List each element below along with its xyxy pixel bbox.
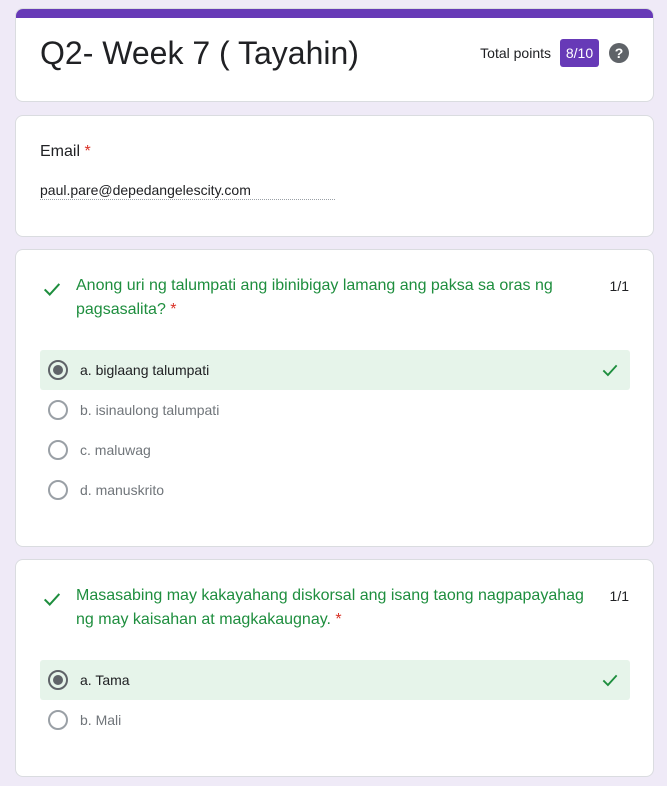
question-card-2: Masasabing may kakayahang diskorsal ang … (15, 559, 654, 777)
option-label: c. maluwag (80, 442, 151, 458)
check-icon (602, 674, 618, 687)
email-label: Email * (40, 143, 91, 161)
radio-button[interactable] (48, 710, 68, 730)
required-asterisk: * (335, 611, 342, 628)
option-label: b. isinaulong talumpati (80, 402, 220, 418)
form-header-card: Q2- Week 7 ( Tayahin) Total points 8/10 … (15, 8, 654, 102)
total-points-badge: 8/10 (560, 39, 599, 67)
option-b[interactable]: b. Mali (40, 700, 630, 740)
options-list: a. Tama b. Mali (40, 660, 630, 740)
radio-selected-dot (53, 365, 63, 375)
question-score: 1/1 (609, 588, 629, 604)
check-icon (43, 593, 61, 606)
option-a[interactable]: a. biglaang talumpati (40, 350, 630, 390)
radio-button[interactable] (48, 480, 68, 500)
required-asterisk: * (170, 301, 177, 318)
option-label: a. Tama (80, 672, 130, 688)
option-label: d. manuskrito (80, 482, 165, 498)
question-title-text: Anong uri ng talumpati ang ibinibigay la… (76, 277, 553, 318)
question-title: Masasabing may kakayahang diskorsal ang … (76, 584, 596, 632)
question-score: 1/1 (609, 278, 629, 294)
total-points-label: Total points (480, 45, 551, 61)
radio-button[interactable] (48, 400, 68, 420)
radio-selected-dot (53, 675, 63, 685)
check-icon (43, 283, 61, 296)
option-d[interactable]: d. manuskrito (40, 470, 630, 510)
option-label: a. biglaang talumpati (80, 362, 210, 378)
option-c[interactable]: c. maluwag (40, 430, 630, 470)
email-label-text: Email (40, 143, 81, 160)
radio-button[interactable] (48, 670, 68, 690)
header-accent-bar (16, 9, 653, 18)
radio-button[interactable] (48, 440, 68, 460)
email-value: paul.pare@depedangelescity.com (40, 182, 335, 200)
radio-button[interactable] (48, 360, 68, 380)
question-title-text: Masasabing may kakayahang diskorsal ang … (76, 587, 584, 628)
question-title: Anong uri ng talumpati ang ibinibigay la… (76, 274, 596, 322)
required-asterisk: * (84, 143, 91, 160)
option-a[interactable]: a. Tama (40, 660, 630, 700)
check-icon (602, 364, 618, 377)
options-list: a. biglaang talumpati b. isinaulong talu… (40, 350, 630, 510)
email-card: Email * paul.pare@depedangelescity.com (15, 115, 654, 237)
option-label: b. Mali (80, 712, 122, 728)
form-title: Q2- Week 7 ( Tayahin) (40, 35, 359, 71)
total-points: Total points 8/10 ? (480, 39, 629, 67)
question-card-1: Anong uri ng talumpati ang ibinibigay la… (15, 249, 654, 547)
option-b[interactable]: b. isinaulong talumpati (40, 390, 630, 430)
help-icon[interactable]: ? (609, 43, 629, 63)
